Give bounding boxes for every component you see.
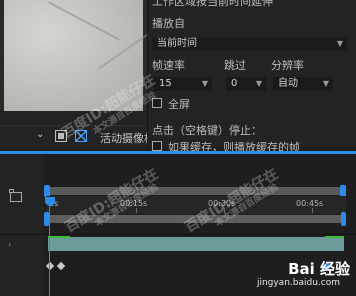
framerate-label: 帧速率 — [152, 59, 185, 72]
expand-arrow-icon[interactable]: › — [8, 240, 11, 249]
chevron-down-icon: ▼ — [336, 39, 343, 48]
current-time-indicator[interactable] — [49, 207, 50, 296]
fullscreen-label: 全屏 — [168, 98, 190, 111]
chevron-down-icon: ▼ — [201, 79, 208, 88]
resolution-label: 分辨率 — [271, 59, 304, 72]
time-navigator-bar[interactable] — [46, 187, 344, 195]
ruler-tick — [312, 208, 313, 213]
skip-value: 0 — [231, 78, 238, 89]
skip-dropdown[interactable]: 0 ▼ — [226, 77, 266, 91]
preview-panel: 工作区域按当前时间延伸 播放自 当前时间 ▼ 帧速率 跳过 分辨率 15 ▼ 0… — [147, 0, 356, 154]
chevron-down-icon: ▼ — [322, 79, 329, 88]
keyframe-icon[interactable] — [56, 261, 66, 271]
baidu-logo: Bai 经验 — [288, 260, 350, 278]
ruler-tick — [136, 208, 137, 213]
work-area-end-handle[interactable] — [341, 212, 346, 226]
play-from-dropdown[interactable]: 当前时间 ▼ — [152, 37, 347, 51]
chevron-down-icon: ▼ — [255, 79, 262, 88]
layer-duration-bar[interactable] — [48, 237, 344, 251]
timeline-layer-column: › — [0, 154, 44, 296]
resolution-value: 自动 — [278, 78, 298, 89]
skip-label: 跳过 — [224, 59, 246, 72]
render-status-bar — [48, 236, 70, 238]
divider — [0, 234, 356, 235]
resolution-dropdown[interactable]: 自动 ▼ — [273, 77, 333, 91]
render-status-bar — [325, 236, 344, 238]
cache-frames-checkbox[interactable] — [152, 141, 162, 151]
chevron-down-icon[interactable]: ⌄ — [36, 129, 44, 140]
play-from-label: 播放自 — [152, 17, 185, 30]
framerate-value: 15 — [159, 78, 172, 89]
play-from-value: 当前时间 — [157, 38, 197, 49]
comp-flowchart-icon[interactable] — [9, 189, 22, 202]
jingyan-url: jingyan.baidu.com — [256, 278, 340, 288]
framerate-dropdown[interactable]: 15 ▼ — [154, 77, 212, 91]
ruler-label: 00:45s — [296, 199, 324, 208]
keyframe-icon[interactable] — [45, 261, 55, 271]
work-area-extend-text: 工作区域按当前时间延伸 — [152, 0, 273, 8]
stop-on-click-label: 点击（空格键）停止： — [152, 124, 262, 137]
